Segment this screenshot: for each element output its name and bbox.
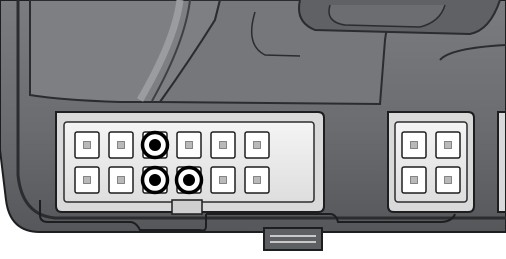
small-connector-pin-contact bbox=[410, 176, 418, 184]
large-connector-pin-contact bbox=[83, 176, 91, 184]
large-connector-pin-contact bbox=[185, 141, 193, 149]
latch-clip-icon bbox=[263, 227, 323, 251]
pin-marker-dot bbox=[149, 139, 161, 151]
housing-slot-inner-a bbox=[328, 4, 446, 28]
large-connector-pin-contact bbox=[219, 176, 227, 184]
large-connector-pin-contact bbox=[117, 176, 125, 184]
pin-marker-dot bbox=[183, 174, 195, 186]
small-connector-pin-contact bbox=[444, 176, 452, 184]
pin-marker-dot bbox=[149, 174, 161, 186]
partial-connector-edge bbox=[497, 111, 506, 213]
large-connector-pin-contact bbox=[219, 141, 227, 149]
large-connector-pin-contact bbox=[83, 141, 91, 149]
large-connector-pin-contact bbox=[253, 176, 261, 184]
large-connector bbox=[55, 111, 325, 215]
large-connector-pin-contact bbox=[117, 141, 125, 149]
small-connector-pin-contact bbox=[444, 141, 452, 149]
large-connector-latch bbox=[171, 199, 203, 215]
small-connector bbox=[387, 111, 475, 213]
small-connector-pin-contact bbox=[410, 141, 418, 149]
large-connector-pin-contact bbox=[253, 141, 261, 149]
connector-diagram bbox=[0, 0, 506, 259]
